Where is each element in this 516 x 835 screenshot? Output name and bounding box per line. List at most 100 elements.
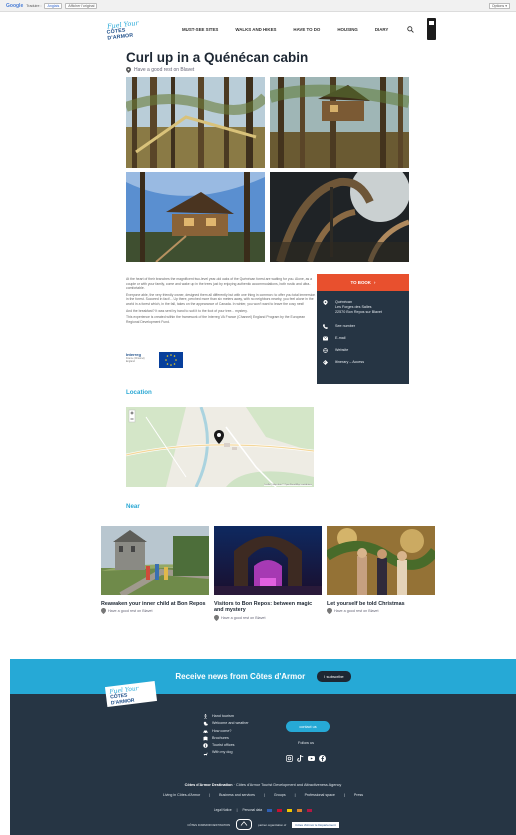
personal-data-link[interactable]: Personal data bbox=[242, 808, 262, 812]
nav-item-walks[interactable]: WALKS AND HIKES bbox=[235, 27, 276, 32]
flag-es-icon[interactable] bbox=[307, 808, 313, 812]
website-row[interactable]: Website bbox=[323, 348, 348, 353]
description-paragraph: Everyone able, the very friendly owner, … bbox=[126, 292, 316, 306]
flag-en-icon[interactable] bbox=[277, 808, 283, 812]
email-link: E-mail bbox=[335, 336, 346, 340]
nav-item-must-see[interactable]: MUST-SEE SITES bbox=[182, 27, 218, 32]
near-card-image bbox=[101, 526, 209, 595]
site-logo[interactable]: Fuel Your CÔTES D'ARMOR bbox=[106, 19, 151, 42]
footer-nav-item[interactable]: Business and services bbox=[219, 793, 255, 797]
footer-link[interactable]: Brochures bbox=[203, 735, 249, 742]
near-card-title: Visitors to Bon Repos: between magic and… bbox=[214, 601, 313, 614]
footer-separator: | bbox=[294, 793, 296, 797]
direction-icon bbox=[323, 360, 328, 365]
gallery-photo-4[interactable] bbox=[270, 172, 409, 262]
email-row[interactable]: E-mail bbox=[323, 336, 345, 341]
main-nav: MUST-SEE SITES WALKS AND HIKES HAVE TO D… bbox=[182, 27, 388, 32]
address-row: Quénécan Les Forges des Salles 22570 Bon… bbox=[323, 300, 382, 314]
itinerary-row[interactable]: Itinerary – Access bbox=[323, 360, 364, 365]
footer-org-name: Côtes d'Armor Destination bbox=[184, 783, 233, 787]
near-card-place-text: Have a good rest on Blavet bbox=[334, 609, 379, 614]
partner-logos: Interreg France (Channel) England bbox=[126, 352, 183, 370]
address-line: 22570 Bon Repos sur Blavet bbox=[335, 309, 382, 314]
footer-nav-item[interactable]: Press bbox=[354, 793, 363, 797]
description: At the heart of their branches the magni… bbox=[126, 277, 316, 326]
location-map[interactable]: Leaflet | Map data © OpenStreetMap contr… bbox=[126, 407, 314, 487]
nav-item-diary[interactable]: DIARY bbox=[375, 27, 389, 32]
to-book-button[interactable]: TO BOOK › bbox=[317, 274, 409, 291]
website-link: Website bbox=[335, 348, 349, 352]
footer-link[interactable]: Welcome and weather bbox=[203, 720, 249, 727]
language-flag-tab[interactable] bbox=[427, 18, 436, 40]
search-icon[interactable] bbox=[407, 26, 414, 33]
info-icon bbox=[203, 743, 208, 749]
near-card[interactable]: Visitors to Bon Repos: between magic and… bbox=[214, 526, 322, 621]
page-subtitle-text: Have a good rest on Blavet bbox=[134, 67, 195, 73]
translate-bar: Google Traduire : Anglais Afficher l'ori… bbox=[0, 0, 516, 12]
newsletter-band: Receive news from Côtes d'Armor I subscr… bbox=[10, 659, 516, 694]
footer-org-desc: · Côtes d'Armor Tourist Development and … bbox=[232, 783, 342, 787]
page-title: Curl up in a Quénécan cabin bbox=[126, 50, 309, 65]
footer-link[interactable]: How come? bbox=[203, 728, 249, 735]
translate-options-button[interactable]: Options ▾ bbox=[488, 2, 510, 9]
facebook-icon[interactable] bbox=[319, 749, 326, 762]
subscribe-button[interactable]: I subscribe bbox=[317, 671, 351, 682]
location-pin-icon bbox=[214, 614, 219, 621]
map-attribution: Leaflet | Map data © OpenStreetMap contr… bbox=[264, 484, 312, 486]
departement-badge[interactable]: Côtes d'Armor le Département bbox=[292, 821, 339, 828]
near-card[interactable]: Reawaken your inner child at Bon Repos H… bbox=[101, 526, 209, 615]
gallery-photo-2[interactable] bbox=[270, 77, 409, 168]
contact-us-button[interactable]: contact us bbox=[286, 721, 330, 732]
near-card-place: Have a good rest on Blavet bbox=[214, 614, 322, 621]
gallery-photo-1[interactable] bbox=[126, 77, 265, 168]
flag-nl-icon[interactable] bbox=[297, 808, 303, 812]
footer-link-text: Hand tourism bbox=[212, 714, 234, 718]
translate-language-button[interactable]: Anglais bbox=[44, 2, 63, 9]
map-marker-icon[interactable] bbox=[214, 430, 224, 444]
car-icon bbox=[203, 730, 208, 734]
location-pin-icon bbox=[101, 608, 106, 615]
footer-link-text: How come? bbox=[212, 728, 232, 733]
location-pin-icon bbox=[126, 67, 131, 73]
footer-link[interactable]: With my dog bbox=[203, 749, 249, 756]
footer-link[interactable]: Tourist offices bbox=[203, 742, 249, 749]
flag-de-icon[interactable] bbox=[287, 808, 293, 812]
nav-item-have-to-do[interactable]: HAVE TO DO bbox=[293, 27, 320, 32]
footer-separator: | bbox=[209, 793, 211, 797]
gallery-photo-3[interactable] bbox=[126, 172, 265, 262]
page-subtitle: Have a good rest on Blavet bbox=[126, 67, 194, 73]
youtube-icon[interactable] bbox=[308, 749, 315, 761]
footer-links: Hand tourism Welcome and weather How com… bbox=[203, 713, 249, 757]
accessibility-icon bbox=[204, 714, 207, 720]
phone-row[interactable]: See number bbox=[323, 324, 355, 329]
description-paragraph: At the heart of their branches the magni… bbox=[126, 277, 313, 291]
description-paragraph: This experience is created within the fr… bbox=[126, 315, 306, 324]
atout-france-logo bbox=[236, 819, 253, 830]
legal-notice-link[interactable]: Legal Notice bbox=[214, 808, 232, 812]
translate-label: Traduire : bbox=[26, 3, 42, 8]
footer-nav-item[interactable]: Living in Côtes-d'Armor bbox=[163, 793, 200, 797]
flag-fr-icon[interactable] bbox=[267, 808, 273, 812]
near-card-image bbox=[214, 526, 322, 595]
near-card-image bbox=[327, 526, 435, 595]
near-card-title: Let yourself be told Christmas bbox=[327, 601, 405, 607]
footer-link-text: With my dog bbox=[212, 750, 233, 755]
footer-organization: Côtes d'Armor Destination · Côtes d'Armo… bbox=[10, 783, 516, 787]
footer-link[interactable]: Hand tourism bbox=[203, 713, 249, 720]
tiktok-icon[interactable] bbox=[297, 749, 304, 762]
itinerary-link: Itinerary – Access bbox=[335, 360, 365, 364]
arrow-right-icon: › bbox=[373, 280, 376, 285]
footer-nav-item[interactable]: Professional space bbox=[305, 793, 335, 797]
phone-icon bbox=[323, 324, 328, 329]
show-original-button[interactable]: Afficher l'original bbox=[65, 2, 98, 9]
footer-link-text: Tourist offices bbox=[212, 743, 235, 748]
instagram-icon[interactable] bbox=[286, 749, 293, 762]
footer-nav-item[interactable]: Groups bbox=[274, 793, 286, 797]
near-card-place: Have a good rest on Blavet bbox=[327, 608, 435, 615]
location-heading: Location bbox=[126, 389, 152, 396]
interreg-logo: Interreg France (Channel) England bbox=[126, 352, 153, 370]
near-card[interactable]: Let yourself be told Christmas Have a go… bbox=[327, 526, 435, 615]
translate-logo: Google bbox=[6, 2, 24, 9]
nav-item-housing[interactable]: HOUSING bbox=[337, 27, 358, 32]
footer-partners: CÔTES D'ARMOR DESTINATION partner organi… bbox=[10, 819, 516, 830]
